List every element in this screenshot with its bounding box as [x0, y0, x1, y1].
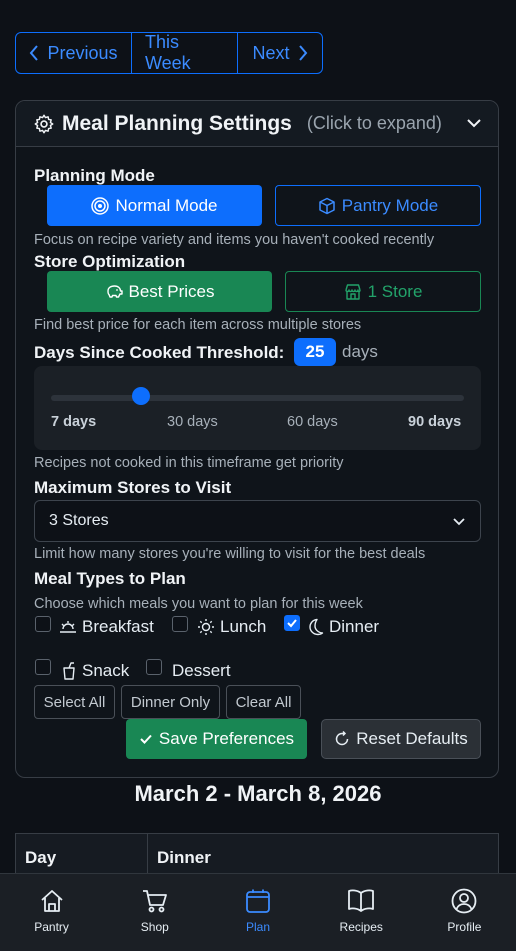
sunrise-icon: [60, 621, 76, 633]
threshold-help: Recipes not cooked in this timeframe get…: [34, 455, 344, 471]
snack-checkbox[interactable]: [35, 659, 51, 675]
threshold-value-badge: 25: [294, 338, 336, 366]
breakfast-option: Breakfast: [59, 617, 154, 637]
cup-straw-icon: [63, 662, 75, 680]
dessert-checkbox[interactable]: [146, 659, 162, 675]
breakfast-checkbox[interactable]: [35, 616, 51, 632]
dinner-only-button[interactable]: Dinner Only: [121, 685, 220, 719]
next-week-button[interactable]: Next: [238, 33, 322, 73]
tick-60: 60 days: [287, 414, 338, 430]
nav-item-shop[interactable]: Shop: [103, 874, 206, 951]
normal-mode-button[interactable]: Normal Mode: [47, 185, 262, 226]
pantry-mode-label: Pantry Mode: [341, 195, 439, 215]
checkmark-icon: [287, 619, 297, 628]
settings-hint: (Click to expand): [306, 113, 442, 133]
gear-icon: [34, 114, 54, 133]
lunch-checkbox[interactable]: [172, 616, 188, 632]
meal-types-label: Meal Types to Plan: [34, 569, 186, 588]
nav-label-plan: Plan: [245, 920, 271, 934]
save-preferences-button[interactable]: Save Preferences: [126, 719, 307, 759]
nav-item-profile[interactable]: Profile: [413, 874, 516, 951]
calendar-icon: [246, 889, 270, 913]
reset-defaults-button[interactable]: Reset Defaults: [321, 719, 481, 759]
target-icon: [91, 196, 110, 215]
nav-item-pantry[interactable]: Pantry: [0, 874, 103, 951]
box-icon: [319, 197, 335, 214]
plan-date-range: March 2 - March 8, 2026: [134, 781, 382, 806]
dinner-checkbox[interactable]: [284, 615, 300, 631]
cart-icon: [142, 890, 167, 913]
pantry-mode-button[interactable]: Pantry Mode: [275, 185, 481, 226]
dessert-option: Dessert: [172, 661, 231, 681]
meal-types-help: Choose which meals you want to plan for …: [34, 596, 363, 612]
this-week-button[interactable]: This Week: [132, 33, 238, 73]
chevron-down-icon: [467, 119, 481, 128]
select-all-button[interactable]: Select All: [34, 685, 115, 719]
store-optimization-label: Store Optimization: [34, 252, 186, 271]
check-icon: [140, 734, 152, 744]
tick-max: 90 days: [408, 414, 462, 430]
reset-defaults-label: Reset Defaults: [356, 729, 468, 748]
book-icon: [348, 889, 375, 912]
best-prices-button[interactable]: Best Prices: [47, 271, 272, 312]
max-stores-select[interactable]: 3 Stores: [34, 500, 481, 542]
nav-item-plan[interactable]: Plan: [206, 874, 309, 951]
normal-mode-label: Normal Mode: [115, 195, 218, 215]
breakfast-label: Breakfast: [82, 617, 154, 636]
threshold-unit: days: [342, 342, 378, 361]
lunch-option: Lunch: [197, 617, 266, 637]
store-optimization-help: Find best price for each item across mul…: [34, 317, 362, 333]
settings-header[interactable]: Meal Planning Settings (Click to expand): [16, 101, 498, 147]
this-week-label: This Week: [145, 32, 191, 73]
dinner-option: Dinner: [308, 617, 379, 637]
person-circle-icon: [452, 888, 477, 914]
nav-label-profile: Profile: [447, 920, 482, 934]
week-nav: Previous This Week Next: [15, 32, 323, 74]
threshold-label: Days Since Cooked Threshold:: [34, 343, 285, 362]
moon-icon: [309, 618, 324, 636]
piggy-bank-icon: [106, 284, 123, 298]
snack-label: Snack: [82, 661, 130, 680]
slider-thumb[interactable]: [131, 387, 150, 405]
house-icon: [40, 890, 63, 912]
sun-icon: [198, 619, 214, 635]
max-stores-value: 3 Stores: [49, 512, 109, 529]
one-store-label: 1 Store: [367, 281, 423, 301]
slider-track[interactable]: [51, 395, 464, 401]
nav-label-pantry: Pantry: [34, 920, 69, 934]
tick-30: 30 days: [167, 414, 218, 430]
dessert-label: Dessert: [172, 661, 231, 680]
nav-item-recipes[interactable]: Recipes: [310, 874, 413, 951]
planning-mode-help: Focus on recipe variety and items you ha…: [34, 232, 435, 248]
shop-icon: [344, 283, 361, 300]
tick-min: 7 days: [51, 414, 97, 430]
nav-label-shop: Shop: [140, 920, 169, 934]
bottom-nav: Pantry Shop Plan Recipes Profile: [0, 873, 516, 951]
reset-icon: [336, 731, 349, 746]
clear-all-button[interactable]: Clear All: [226, 685, 301, 719]
dinner-label: Dinner: [329, 617, 380, 636]
next-label: Next: [252, 42, 290, 63]
best-prices-label: Best Prices: [128, 281, 215, 301]
save-preferences-label: Save Preferences: [158, 729, 295, 748]
lunch-label: Lunch: [220, 617, 267, 636]
planning-mode-label: Planning Mode: [34, 166, 155, 185]
chevron-right-icon: [298, 45, 307, 61]
settings-card: Meal Planning Settings (Click to expand)…: [15, 100, 499, 778]
previous-label: Previous: [47, 42, 118, 63]
max-stores-help: Limit how many stores you're willing to …: [34, 546, 426, 562]
one-store-button[interactable]: 1 Store: [285, 271, 481, 312]
previous-week-button[interactable]: Previous: [16, 33, 132, 73]
settings-title: Meal Planning Settings: [62, 111, 292, 135]
chevron-down-icon: [453, 518, 465, 526]
snack-option: Snack: [61, 661, 129, 681]
threshold-slider-box: 7 days 30 days 60 days 90 days: [34, 366, 481, 450]
chevron-left-icon: [30, 45, 39, 61]
max-stores-label: Maximum Stores to Visit: [34, 478, 232, 497]
nav-label-recipes: Recipes: [339, 920, 383, 934]
